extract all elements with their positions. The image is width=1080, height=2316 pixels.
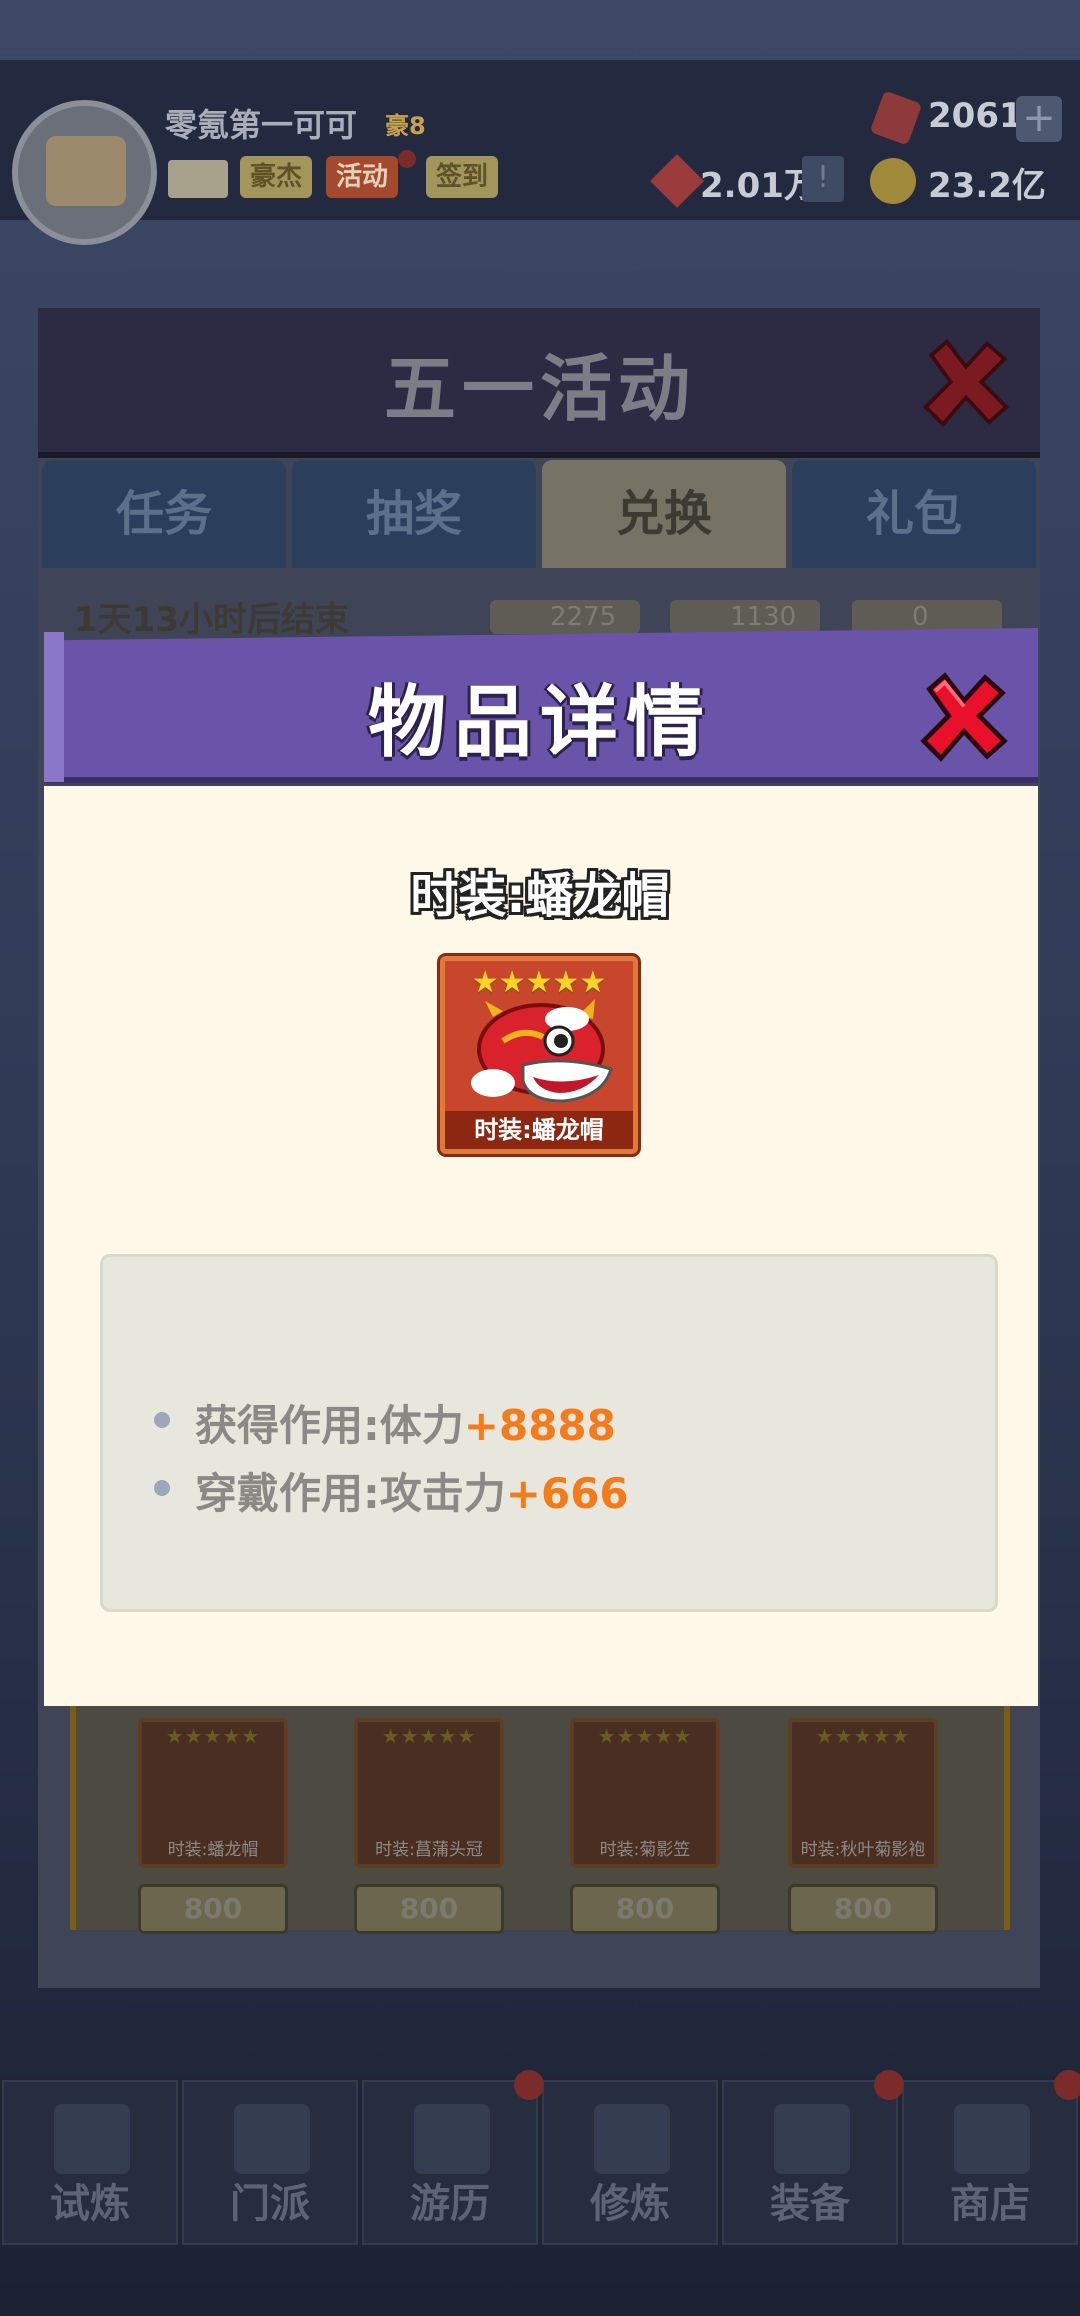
currency-purple: 1130: [670, 600, 820, 634]
nav-sect[interactable]: 门派: [182, 2080, 358, 2245]
tab-lottery[interactable]: 抽奖: [292, 460, 536, 568]
item-name: 时装:蟠龙帽: [410, 868, 670, 924]
exchange-item[interactable]: ★★★★★ 时装:菖蒲头冠: [354, 1718, 504, 1868]
sword-icon: [774, 2104, 850, 2174]
nav-trial[interactable]: 试炼: [2, 2080, 178, 2245]
nav-shop[interactable]: 商店: [902, 2080, 1078, 2245]
coin-count: 23.2亿: [928, 166, 1046, 206]
heroes-button[interactable]: 豪杰: [240, 156, 313, 198]
tab-gift-pack[interactable]: 礼包: [792, 460, 1036, 568]
event-timer: 1天13小时后结束: [74, 600, 349, 640]
mountain-icon: [414, 2104, 490, 2174]
bullet-icon: [154, 1480, 170, 1496]
exchange-item-name: 时装:蟠龙帽: [167, 1840, 259, 1860]
exchange-item[interactable]: ★★★★★ 时装:蟠龙帽: [138, 1718, 288, 1868]
temple-icon: [234, 2104, 310, 2174]
nav-label: 修炼: [590, 2181, 670, 2227]
player-avatar[interactable]: [12, 100, 157, 245]
nav-travel[interactable]: 游历: [362, 2080, 538, 2245]
nav-label: 门派: [230, 2181, 310, 2227]
notification-dot: [1054, 2070, 1080, 2100]
nav-label: 游历: [410, 2181, 490, 2227]
obtain-effect: 获得作用:体力+8888: [195, 1392, 616, 1453]
gem-count: 2061: [928, 96, 1023, 136]
exchange-item-name: 时装:菊影笠: [599, 1840, 691, 1860]
item-card-label: 时装:蟠龙帽: [445, 1111, 633, 1149]
power-value: 2.01万: [700, 166, 818, 206]
item-stars: ★★★★★: [471, 965, 607, 1000]
scroll-book-icon: [594, 2104, 670, 2174]
exchange-item[interactable]: ★★★★★ 时装:秋叶菊影袍: [788, 1718, 938, 1868]
notification-dot: [874, 2070, 904, 2100]
exchange-price-button[interactable]: 800: [788, 1884, 938, 1934]
mail-icon[interactable]: [168, 160, 228, 198]
exchange-price-button[interactable]: 800: [138, 1884, 288, 1934]
vip-badge: 豪8: [385, 112, 426, 140]
activity-button[interactable]: 活动: [326, 156, 399, 198]
add-gems-button[interactable]: +: [1016, 96, 1062, 142]
top-bar: [0, 60, 1080, 220]
player-name: 零氪第一可可: [165, 106, 358, 144]
item-card: ★★★★★ 时装:蟠龙帽: [440, 956, 638, 1154]
close-icon[interactable]: [918, 334, 1014, 430]
obtain-effect-label: 获得作用:体力: [195, 1401, 464, 1450]
nav-label: 商店: [950, 2181, 1030, 2227]
notification-dot: [398, 150, 416, 168]
treasure-chest-icon: [46, 136, 126, 206]
nav-equipment[interactable]: 装备: [722, 2080, 898, 2245]
bullet-icon: [154, 1412, 170, 1428]
nav-cultivate[interactable]: 修炼: [542, 2080, 718, 2245]
nav-label: 装备: [770, 2181, 850, 2227]
obtain-effect-value: +8888: [463, 1401, 616, 1450]
tab-tasks[interactable]: 任务: [42, 460, 286, 568]
checkin-button[interactable]: 签到: [426, 156, 499, 198]
tab-exchange[interactable]: 兑换: [542, 460, 786, 568]
nav-label: 试炼: [50, 2181, 130, 2227]
wear-effect-value: +666: [505, 1469, 629, 1518]
power-info-button[interactable]: !: [802, 156, 844, 202]
dragon-hat-icon: [471, 999, 613, 1103]
close-icon[interactable]: [916, 668, 1012, 764]
currency-blue: 2275: [490, 600, 640, 634]
exchange-item-name: 时装:菖蒲头冠: [375, 1840, 483, 1860]
exchange-price-button[interactable]: 800: [570, 1884, 720, 1934]
shop-icon: [954, 2104, 1030, 2174]
wear-effect: 穿戴作用:攻击力+666: [195, 1460, 629, 1521]
ninja-icon: [54, 2104, 130, 2174]
exchange-item-name: 时装:秋叶菊影袍: [800, 1840, 926, 1860]
exchange-item[interactable]: ★★★★★ 时装:菊影笠: [570, 1718, 720, 1868]
exchange-price-button[interactable]: 800: [354, 1884, 504, 1934]
coin-icon: [870, 158, 916, 204]
notification-dot: [514, 2070, 544, 2100]
wear-effect-label: 穿戴作用:攻击力: [195, 1469, 506, 1518]
